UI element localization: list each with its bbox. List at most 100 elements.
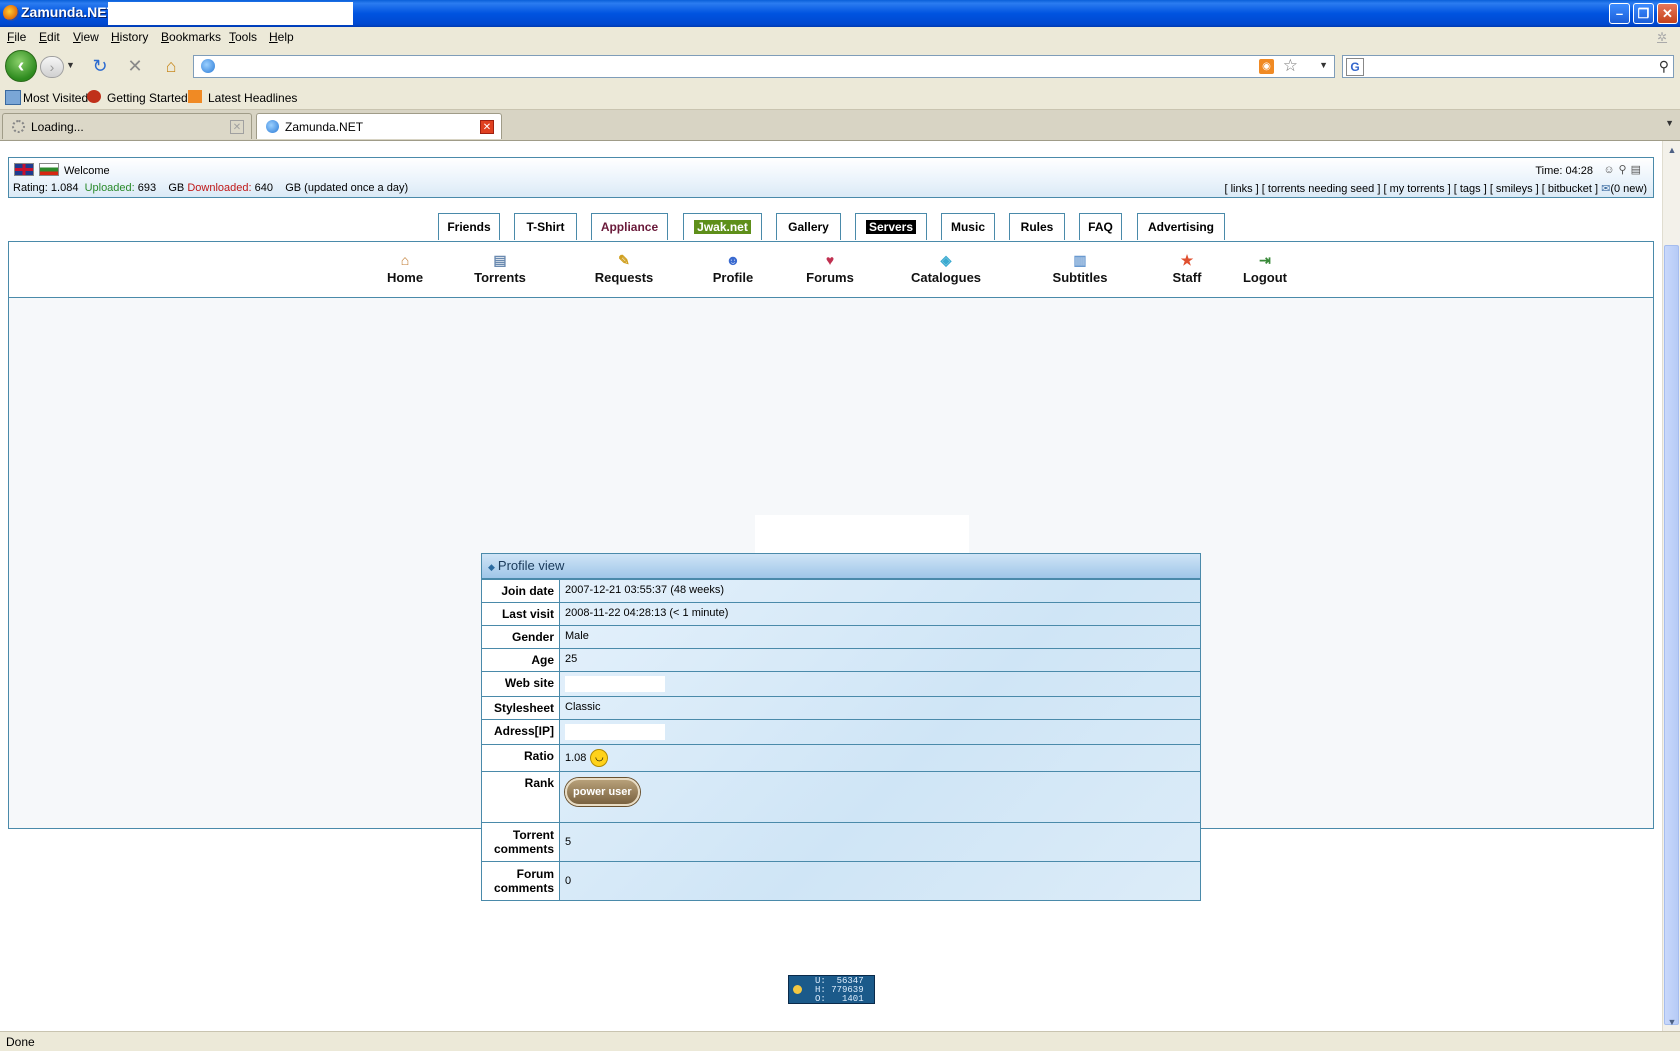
vertical-scrollbar[interactable]: ▲ ▼ bbox=[1662, 141, 1680, 1031]
bullet-icon: ◆ bbox=[488, 562, 495, 572]
reload-icon[interactable]: ↻ bbox=[89, 55, 111, 77]
nav-requests[interactable]: ✎ Requests bbox=[585, 252, 663, 285]
main-nav: ⌂ Home ▤ Torrents ✎ Requests ☻ Profile ♥ Foru… bbox=[9, 242, 1653, 298]
forward-icon[interactable]: › bbox=[40, 56, 64, 78]
bookmark-most-visited[interactable]: Most Visited bbox=[23, 91, 88, 105]
tab-gallery[interactable]: Gallery bbox=[776, 213, 841, 240]
user-tool-icons[interactable]: ☺⚲▤ bbox=[1603, 163, 1645, 176]
tab-list-dropdown-icon[interactable]: ▼ bbox=[1665, 118, 1674, 128]
mail-icon[interactable]: ✉ bbox=[1601, 183, 1610, 195]
stop-icon[interactable]: ✕ bbox=[124, 55, 146, 77]
nav-forums[interactable]: ♥ Forums bbox=[796, 252, 864, 285]
minimize-button[interactable]: – bbox=[1609, 3, 1630, 24]
torrents-icon: ▤ bbox=[493, 252, 507, 268]
tab-servers[interactable]: Servers bbox=[855, 213, 927, 240]
tab-loading[interactable]: Loading... ✕ bbox=[2, 113, 252, 139]
bookmark-getting-started[interactable]: Getting Started bbox=[107, 91, 188, 105]
stylesheet-value: Classic bbox=[565, 701, 601, 713]
google-engine-icon[interactable]: G bbox=[1346, 58, 1364, 76]
menu-history[interactable]: History bbox=[111, 30, 148, 44]
tab-jwak[interactable]: Jwak.net bbox=[683, 213, 762, 240]
status-bar: Done bbox=[0, 1031, 1680, 1051]
url-dropdown-icon[interactable]: ▼ bbox=[1319, 60, 1328, 70]
scroll-up-icon[interactable]: ▲ bbox=[1664, 142, 1680, 158]
search-input[interactable]: G ⚲ bbox=[1342, 55, 1674, 78]
maximize-button[interactable]: ❐ bbox=[1633, 3, 1654, 24]
server-time: Time: 04:28 bbox=[1535, 165, 1593, 177]
menu-help[interactable]: Help bbox=[269, 30, 294, 44]
window-title: Zamunda.NET bbox=[21, 4, 116, 20]
row-label: Age bbox=[482, 649, 560, 671]
english-flag-icon[interactable] bbox=[14, 163, 34, 176]
star-icon[interactable]: ☆ bbox=[1283, 56, 1298, 76]
nav-torrents[interactable]: ▤ Torrents bbox=[465, 252, 535, 285]
smiley-icon: ◡ bbox=[590, 749, 609, 767]
counter-o: O: 1401 bbox=[815, 994, 864, 1004]
nav-profile[interactable]: ☻ Profile bbox=[702, 252, 764, 285]
profile-view: ◆ Profile view Join date 2007-12-21 03:55… bbox=[481, 553, 1201, 901]
messages-count[interactable]: (0 new) bbox=[1610, 183, 1647, 195]
nav-logout[interactable]: ⇥ Logout bbox=[1232, 252, 1298, 285]
menu-view[interactable]: View bbox=[73, 30, 99, 44]
tab-advertising[interactable]: Advertising bbox=[1137, 213, 1225, 240]
scroll-down-icon[interactable]: ▼ bbox=[1664, 1014, 1680, 1030]
user-stats: Rating: 1.084 Uploaded: 693 GB Downloade… bbox=[13, 182, 408, 194]
nav-catalogues[interactable]: ◈ Catalogues bbox=[903, 252, 989, 285]
menu-tools[interactable]: Tools bbox=[229, 30, 257, 44]
status-text: Done bbox=[6, 1035, 35, 1049]
back-icon[interactable]: ‹ bbox=[5, 50, 37, 82]
forum-comments-value: 0 bbox=[565, 875, 572, 887]
table-row: Stylesheet Classic bbox=[482, 696, 1200, 719]
site-favicon-icon bbox=[201, 59, 215, 73]
rss-icon[interactable]: ◉ bbox=[1259, 59, 1274, 74]
welcome-text: Welcome bbox=[64, 165, 110, 177]
url-input[interactable]: ◉ ☆ ▼ bbox=[193, 55, 1335, 78]
uploaded-label: Uploaded: bbox=[84, 182, 135, 194]
table-row: Adress[IP] bbox=[482, 719, 1200, 744]
tab-friends[interactable]: Friends bbox=[438, 213, 500, 240]
bulgarian-flag-icon[interactable] bbox=[39, 163, 59, 176]
getting-started-icon bbox=[87, 90, 101, 103]
tab-zamunda[interactable]: Zamunda.NET ✕ bbox=[256, 113, 502, 139]
hit-counter[interactable]: U: 56347 H: 779639 O: 1401 bbox=[788, 975, 875, 1004]
close-tab-icon[interactable]: ✕ bbox=[480, 120, 494, 134]
home-icon[interactable]: ⌂ bbox=[160, 55, 182, 77]
tab-bar: Loading... ✕ Zamunda.NET ✕ ▼ bbox=[0, 110, 1680, 141]
row-label: Rank bbox=[482, 772, 560, 822]
ip-value bbox=[560, 720, 1200, 744]
close-tab-icon[interactable]: ✕ bbox=[230, 120, 244, 134]
history-dropdown-icon[interactable]: ▼ bbox=[66, 60, 75, 70]
tab-faq[interactable]: FAQ bbox=[1079, 213, 1122, 240]
menu-bar: File Edit View History Bookmarks Tools H… bbox=[0, 27, 1680, 48]
menu-file[interactable]: File bbox=[7, 30, 26, 44]
subtitles-icon: ▥ bbox=[1073, 252, 1087, 268]
scroll-thumb[interactable] bbox=[1664, 245, 1679, 1025]
ip-redaction bbox=[565, 724, 665, 740]
gender-value: Male bbox=[565, 630, 589, 642]
uploaded-value: 693 bbox=[137, 182, 157, 194]
torrent-comments-value[interactable]: 5 bbox=[560, 823, 1200, 861]
table-row: Web site bbox=[482, 671, 1200, 696]
quick-links-text[interactable]: [ links ] [ torrents needing seed ] [ my… bbox=[1224, 183, 1598, 195]
menu-bookmarks[interactable]: Bookmarks bbox=[161, 30, 221, 44]
nav-staff[interactable]: ★ Staff bbox=[1158, 252, 1216, 285]
nav-home[interactable]: ⌂ Home bbox=[377, 252, 433, 285]
close-window-button[interactable]: ✕ bbox=[1657, 3, 1678, 24]
search-icon[interactable]: ⚲ bbox=[1659, 58, 1669, 75]
tab-tshirt[interactable]: T-Shirt bbox=[514, 213, 577, 240]
table-row: Torrent comments 5 bbox=[482, 822, 1200, 861]
profile-icon: ☻ bbox=[725, 252, 741, 268]
bookmark-latest-headlines[interactable]: Latest Headlines bbox=[208, 91, 297, 105]
tab-rules[interactable]: Rules bbox=[1009, 213, 1065, 240]
title-bar: Zamunda.NET – ❐ ✕ bbox=[0, 0, 1680, 27]
menu-edit[interactable]: Edit bbox=[39, 30, 60, 44]
tab-appliance[interactable]: Appliance bbox=[591, 213, 668, 240]
row-label: Torrent comments bbox=[482, 823, 560, 861]
tab-music[interactable]: Music bbox=[941, 213, 995, 240]
profile-view-header: ◆ Profile view bbox=[482, 554, 1200, 579]
nav-subtitles[interactable]: ▥ Subtitles bbox=[1042, 252, 1118, 285]
home-icon: ⌂ bbox=[400, 252, 410, 268]
row-label: Join date bbox=[482, 580, 560, 602]
row-label: Gender bbox=[482, 626, 560, 648]
loading-spinner-icon bbox=[12, 120, 25, 133]
